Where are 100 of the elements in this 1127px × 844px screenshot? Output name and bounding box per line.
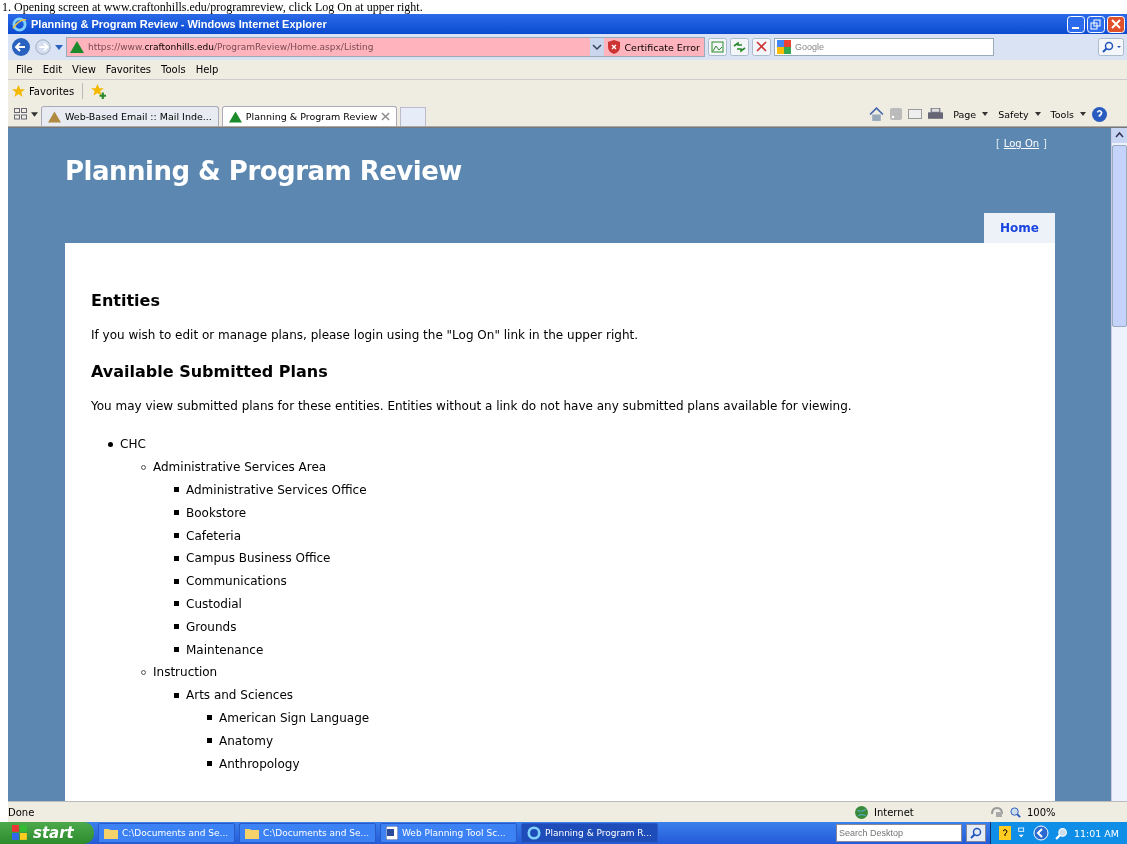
folder-icon xyxy=(104,827,118,839)
menu-item[interactable]: Edit xyxy=(42,64,63,75)
dropdown-arrow-icon[interactable] xyxy=(31,111,38,117)
bullet-icon xyxy=(174,533,179,539)
stop-button[interactable] xyxy=(752,38,771,56)
chevron-left-icon[interactable] xyxy=(1032,825,1049,841)
bracket-text: ] xyxy=(1043,138,1047,149)
browser-tab[interactable]: Planning & Program Review xyxy=(221,106,398,126)
log-on-link[interactable]: Log On xyxy=(1003,138,1040,149)
entity-label: Administrative Services Office xyxy=(186,483,367,497)
caret-icon[interactable] xyxy=(982,112,989,116)
ie-logo-icon xyxy=(527,826,541,840)
window-title: Planning & Program Review - Windows Internet Explorer xyxy=(31,18,327,30)
taskbar-button[interactable]: C:\Documents and Se... xyxy=(98,823,235,843)
site-icon xyxy=(228,110,242,123)
desktop-search-field[interactable]: Search Desktop xyxy=(835,824,962,842)
command-menu[interactable]: Page xyxy=(953,108,977,120)
bullet-icon xyxy=(174,601,179,607)
bullet-icon xyxy=(174,624,179,630)
note-text: You may view submitted plans for these entities. Entities without a link do not have any submitted plans available for viewing. xyxy=(91,399,853,413)
entity-label: Instruction xyxy=(153,665,218,680)
scroll-up-icon[interactable] xyxy=(1112,128,1127,143)
document-icon xyxy=(386,826,398,840)
network-icon[interactable] xyxy=(1016,826,1027,840)
address-field[interactable]: https://www.craftonhills.edu/ProgramReview/Home.aspx/Listing Certificate Error xyxy=(66,37,705,57)
lock-icon xyxy=(990,806,1004,818)
entity-label: Anatomy xyxy=(219,733,273,748)
back-button[interactable] xyxy=(11,37,31,57)
clock: 11:01 AM xyxy=(1073,827,1119,839)
search-field[interactable]: Google xyxy=(774,38,994,56)
search-provider-icon xyxy=(777,40,791,54)
bullet-icon xyxy=(174,692,179,698)
close-button[interactable] xyxy=(1107,15,1125,33)
magnifier-icon[interactable] xyxy=(1010,806,1021,818)
ie-logo-icon xyxy=(12,16,27,32)
bullet-icon xyxy=(174,647,179,653)
taskbar-button[interactable]: C:\Documents and Se... xyxy=(239,823,376,843)
search-button[interactable] xyxy=(1098,38,1124,56)
printer-icon[interactable] xyxy=(928,107,944,121)
section-heading: Available Submitted Plans xyxy=(91,362,329,381)
favorites-button[interactable]: Favorites xyxy=(29,85,75,97)
search-button[interactable] xyxy=(965,824,986,842)
caret-icon[interactable] xyxy=(1034,112,1041,116)
section-heading: Entities xyxy=(91,291,161,310)
bullet-icon xyxy=(207,738,212,744)
menu-item[interactable]: View xyxy=(72,64,96,75)
browser-tab[interactable]: Web-Based Email :: Mail Inde... xyxy=(41,106,219,126)
command-menu[interactable]: Safety xyxy=(998,108,1029,120)
bullet-icon xyxy=(174,510,179,516)
status-text: Done xyxy=(8,806,36,818)
bracket-text: [ xyxy=(995,138,1000,149)
site-title: Planning & Program Review xyxy=(65,156,463,186)
menu-item[interactable]: File xyxy=(16,64,33,75)
folder-icon xyxy=(245,827,259,839)
entity-label: Communications xyxy=(186,574,287,589)
menu-item[interactable]: Favorites xyxy=(105,64,151,75)
entity-label: American Sign Language xyxy=(219,710,370,725)
search-icon[interactable] xyxy=(1054,826,1068,840)
taskbar-button[interactable]: Planning & Program R... xyxy=(521,823,658,843)
help-icon[interactable] xyxy=(998,826,1011,840)
bullet-icon xyxy=(108,441,113,447)
quick-tabs-icon[interactable] xyxy=(14,108,28,120)
site-icon xyxy=(70,41,84,53)
close-icon[interactable] xyxy=(381,112,391,121)
document-caption: 1. Opening screen at www.craftonhills.edu/programreview, click Log On at upper right. xyxy=(1,0,424,14)
home-icon[interactable] xyxy=(869,106,885,122)
menu-item[interactable]: Help xyxy=(195,64,219,75)
shield-icon[interactable] xyxy=(608,40,621,54)
star-icon[interactable] xyxy=(12,84,25,98)
globe-icon xyxy=(855,805,868,819)
bullet-icon xyxy=(174,555,179,561)
caret-icon[interactable] xyxy=(1080,112,1086,116)
entity-label: Maintenance xyxy=(186,642,264,657)
refresh-button[interactable] xyxy=(730,38,749,56)
intro-text: If you wish to edit or manage plans, please login using the "Log On" link in the upper right. xyxy=(91,328,640,342)
entity-label: Bookstore xyxy=(186,505,247,520)
entity-label: Cafeteria xyxy=(186,528,242,543)
home-tab[interactable]: Home xyxy=(984,213,1055,243)
command-menu[interactable]: Tools xyxy=(1050,108,1074,120)
minimize-button[interactable] xyxy=(1067,15,1085,33)
entity-label: CHC xyxy=(120,437,146,452)
mail-icon[interactable] xyxy=(908,109,923,119)
menu-item[interactable]: Tools xyxy=(161,64,186,75)
bullet-icon xyxy=(207,715,212,721)
entity-label: Campus Business Office xyxy=(186,551,331,566)
add-favorite-icon[interactable] xyxy=(91,83,107,99)
certificate-error-button[interactable]: Certificate Error xyxy=(624,41,704,53)
bullet-icon xyxy=(207,761,212,767)
restore-button[interactable] xyxy=(1087,15,1105,33)
security-zone: Internet xyxy=(874,806,915,818)
entity-label: Grounds xyxy=(186,619,237,634)
help-icon[interactable] xyxy=(1092,106,1107,122)
bullet-icon xyxy=(174,578,179,584)
site-icon xyxy=(48,110,61,123)
taskbar-button[interactable]: Web Planning Tool Sc... xyxy=(380,823,517,843)
zoom-level[interactable]: 100% xyxy=(1027,806,1127,818)
windows-flag-icon[interactable] xyxy=(12,825,28,841)
scrollbar[interactable] xyxy=(1111,128,1127,801)
compatibility-view-button[interactable] xyxy=(708,38,727,56)
bullet-icon xyxy=(174,487,179,493)
